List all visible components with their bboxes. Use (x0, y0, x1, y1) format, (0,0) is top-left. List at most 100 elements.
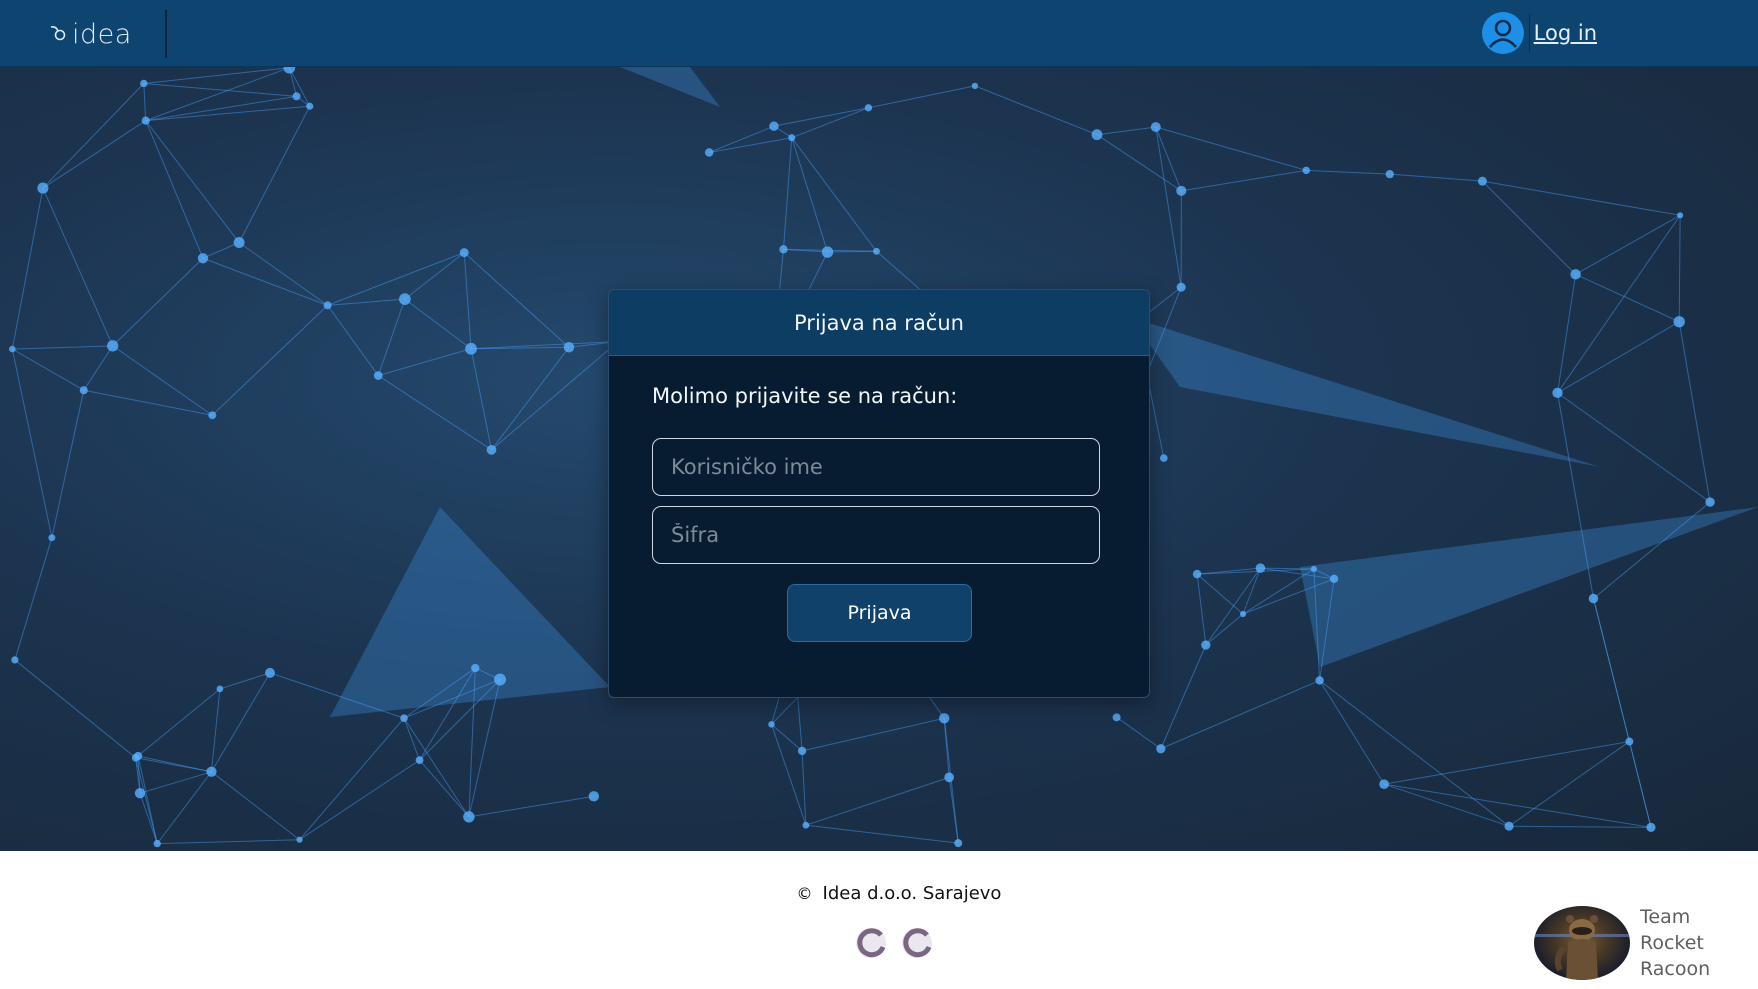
network-node (141, 116, 150, 125)
network-node (1552, 387, 1563, 399)
network-link (14, 537, 53, 661)
network-link (974, 85, 1098, 136)
network-node (1239, 610, 1247, 618)
company-name: Idea d.o.o. Sarajevo (822, 883, 1002, 904)
network-link (1592, 598, 1630, 742)
network-link (1383, 783, 1652, 828)
network-node (769, 121, 779, 131)
network-node (1150, 122, 1161, 133)
network-node (140, 79, 148, 88)
network-link (948, 777, 959, 844)
network-link (143, 82, 297, 97)
network-link (145, 120, 240, 243)
network-node (1477, 176, 1487, 186)
network-link (1389, 173, 1483, 182)
network-facet (330, 507, 610, 717)
login-area: Log in (1481, 12, 1597, 54)
network-link (791, 137, 877, 252)
password-input[interactable] (652, 506, 1100, 564)
network-facet (620, 67, 720, 107)
logo-mark-icon (50, 26, 66, 41)
network-link (1196, 574, 1207, 646)
network-node (1677, 212, 1684, 219)
network-link (157, 839, 300, 845)
network-node (8, 345, 16, 353)
network-link (791, 107, 869, 139)
network-node (131, 753, 140, 762)
network-link (83, 389, 213, 416)
network-link (868, 85, 975, 109)
network-node (768, 721, 775, 728)
network-link (1575, 214, 1681, 275)
network-node (265, 667, 275, 678)
network-link (491, 346, 570, 451)
network-facet (1130, 317, 1600, 467)
network-node (954, 839, 963, 848)
network-node (465, 342, 477, 355)
network-link (708, 125, 775, 153)
login-submit-button[interactable]: Prijava (787, 584, 972, 642)
network-node (1091, 129, 1103, 141)
network-link (327, 252, 465, 306)
network-link (1557, 321, 1680, 394)
network-node (400, 714, 408, 722)
network-link (403, 717, 421, 761)
network-link (1096, 134, 1182, 192)
network-link (1319, 680, 1510, 827)
network-link (463, 252, 570, 348)
team-line: Racoon (1640, 958, 1711, 980)
network-node (779, 245, 788, 254)
network-node (939, 713, 950, 724)
network-node (1176, 282, 1186, 292)
network-node (704, 148, 714, 157)
network-node (197, 253, 209, 264)
network-node (323, 301, 332, 310)
network-node (1379, 779, 1389, 790)
network-link (1205, 567, 1261, 646)
network-node (233, 237, 245, 249)
network-link (782, 137, 793, 250)
network-link (377, 375, 492, 451)
network-node (206, 766, 217, 777)
network-node (11, 656, 19, 664)
network-node (1625, 737, 1634, 746)
network-link (791, 137, 828, 253)
network-link (83, 345, 114, 391)
network-node (1504, 821, 1514, 831)
network-link (12, 345, 113, 350)
network-node (1588, 593, 1599, 604)
network-link (288, 67, 311, 107)
network-link (1116, 716, 1162, 750)
network-node (373, 371, 383, 380)
network-node (486, 444, 497, 455)
footer-badges (853, 925, 935, 961)
network-link (1306, 169, 1390, 175)
network-link (1242, 567, 1261, 615)
network-link (143, 83, 147, 121)
network-node (399, 293, 411, 305)
network-link (238, 242, 328, 306)
username-input[interactable] (652, 438, 1100, 496)
network-link (805, 824, 959, 844)
network-link (773, 107, 869, 127)
network-node (306, 102, 314, 110)
brand-logo[interactable]: idea (48, 18, 132, 50)
user-icon[interactable] (1481, 12, 1524, 54)
network-link (238, 106, 311, 243)
network-link (1508, 741, 1630, 827)
network-node (415, 756, 424, 765)
copyright-symbol: © (796, 884, 813, 903)
network-link (202, 242, 240, 259)
header-divider (165, 10, 167, 58)
login-link[interactable]: Log in (1534, 21, 1597, 45)
team-line: Rocket (1640, 932, 1704, 954)
network-link (1557, 215, 1681, 394)
network-node (79, 386, 88, 395)
network-node (494, 673, 507, 686)
network-node (864, 104, 873, 112)
network-node (1112, 713, 1121, 722)
network-node (1255, 563, 1266, 573)
team-name: Team Rocket Racoon (1640, 904, 1710, 982)
network-node (1646, 822, 1656, 832)
network-node (821, 246, 834, 258)
